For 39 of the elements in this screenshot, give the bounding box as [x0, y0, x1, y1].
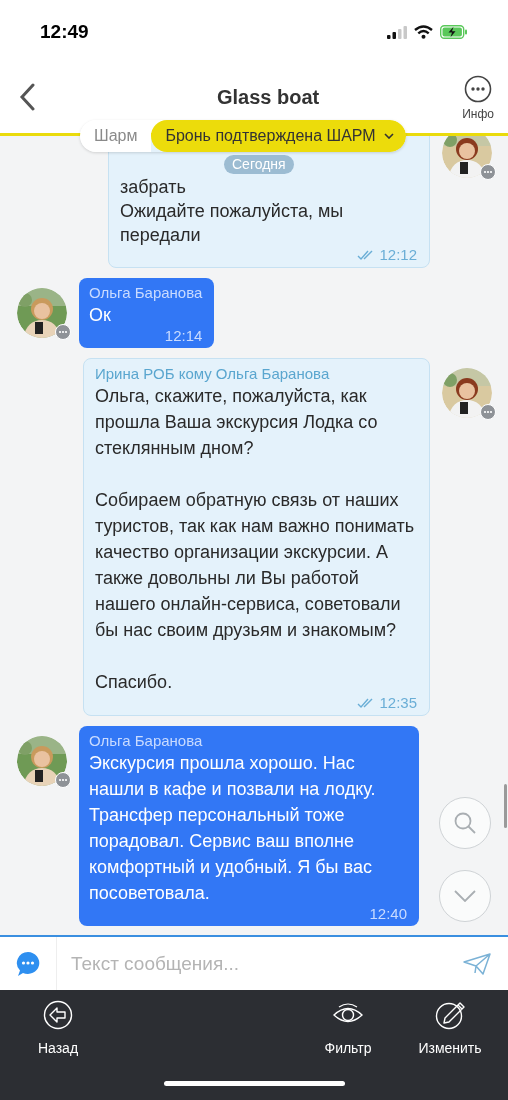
ellipsis-badge-icon	[55, 772, 71, 788]
nav-button[interactable]: Фильтр	[308, 1000, 388, 1059]
window-title: Glass boat	[216, 84, 320, 110]
message-input[interactable]: Текст сообщения...	[57, 937, 463, 990]
ellipsis-badge-icon	[480, 164, 496, 180]
info-button[interactable]: Инфо	[462, 74, 494, 123]
sender-name: Ольга Баранова	[89, 732, 204, 750]
battery-charging-icon	[440, 25, 468, 39]
ellipsis-badge-icon	[55, 324, 71, 340]
message-text: забрать Ожидайте пожалуйста, мы передали	[120, 176, 345, 247]
sender-name: Ирина РОБ кому Ольга Баранова	[95, 365, 331, 383]
wifi-icon	[414, 25, 433, 39]
message-text: Ок	[89, 304, 112, 327]
chevron-down-icon	[454, 890, 476, 902]
chat-bubble-icon[interactable]	[15, 950, 41, 977]
sender-name: Ольга Баранова	[89, 284, 203, 302]
scroll-down-button[interactable]	[439, 870, 491, 922]
message-text: Ольга, скажите, пожалуйста, как прошла Ваша экскурсия Лодка со стеклянным дном? Собираем обратную связь от наших туристов, так как нам важно понимать качество организации экскурсии. А также довольны ли Вы работой нашего онлайн-сервиса, советовали бы нас своим друзьям и знакомым? Спасибо.	[95, 385, 416, 694]
nav-button[interactable]: Изменить	[410, 1000, 490, 1059]
nav-button[interactable]: Назад	[18, 1000, 98, 1059]
message-time: 12:40	[369, 906, 407, 922]
message-text: Экскурсия прошла хорошо. Нас нашли в кафе и позвали на лодку. Трансфер персональный тоже порадовал. Сервис ваш вполне комфортный и удобный. Я бы вас посоветовала.	[89, 752, 377, 905]
status-dropdown[interactable]: Бронь подтверждена ШАРМ	[151, 120, 406, 152]
search-button[interactable]	[439, 797, 491, 849]
signal-icon	[387, 25, 407, 39]
search-icon	[453, 811, 477, 835]
caret-down-icon	[383, 133, 394, 139]
more-icon	[464, 74, 493, 103]
message-time: 12:14	[164, 328, 203, 344]
chevron-left-icon	[19, 82, 35, 111]
send-icon[interactable]	[463, 952, 491, 975]
scrollbar	[504, 784, 507, 828]
pencil-icon	[435, 1000, 465, 1030]
status-time: 12:49	[40, 19, 89, 44]
message-time: 12:35	[379, 695, 417, 711]
region-filter[interactable]: Шарм	[80, 120, 152, 152]
message-time: 12:12	[379, 247, 417, 263]
date-chip: Сегодня	[224, 155, 294, 174]
ellipsis-badge-icon	[480, 404, 496, 420]
